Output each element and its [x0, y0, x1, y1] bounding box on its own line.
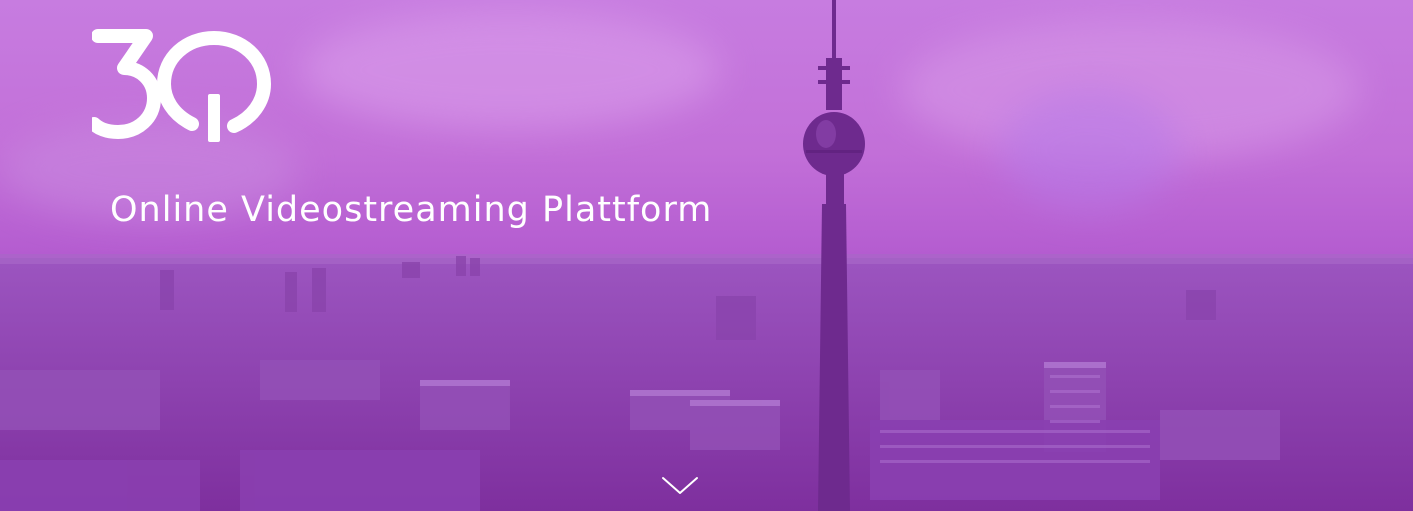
brand-logo — [92, 29, 272, 142]
hero-section: Online Videostreaming Plattform — [0, 0, 1413, 511]
hero-tagline: Online Videostreaming Plattform — [110, 190, 713, 230]
chevron-down-icon[interactable] — [660, 474, 700, 498]
